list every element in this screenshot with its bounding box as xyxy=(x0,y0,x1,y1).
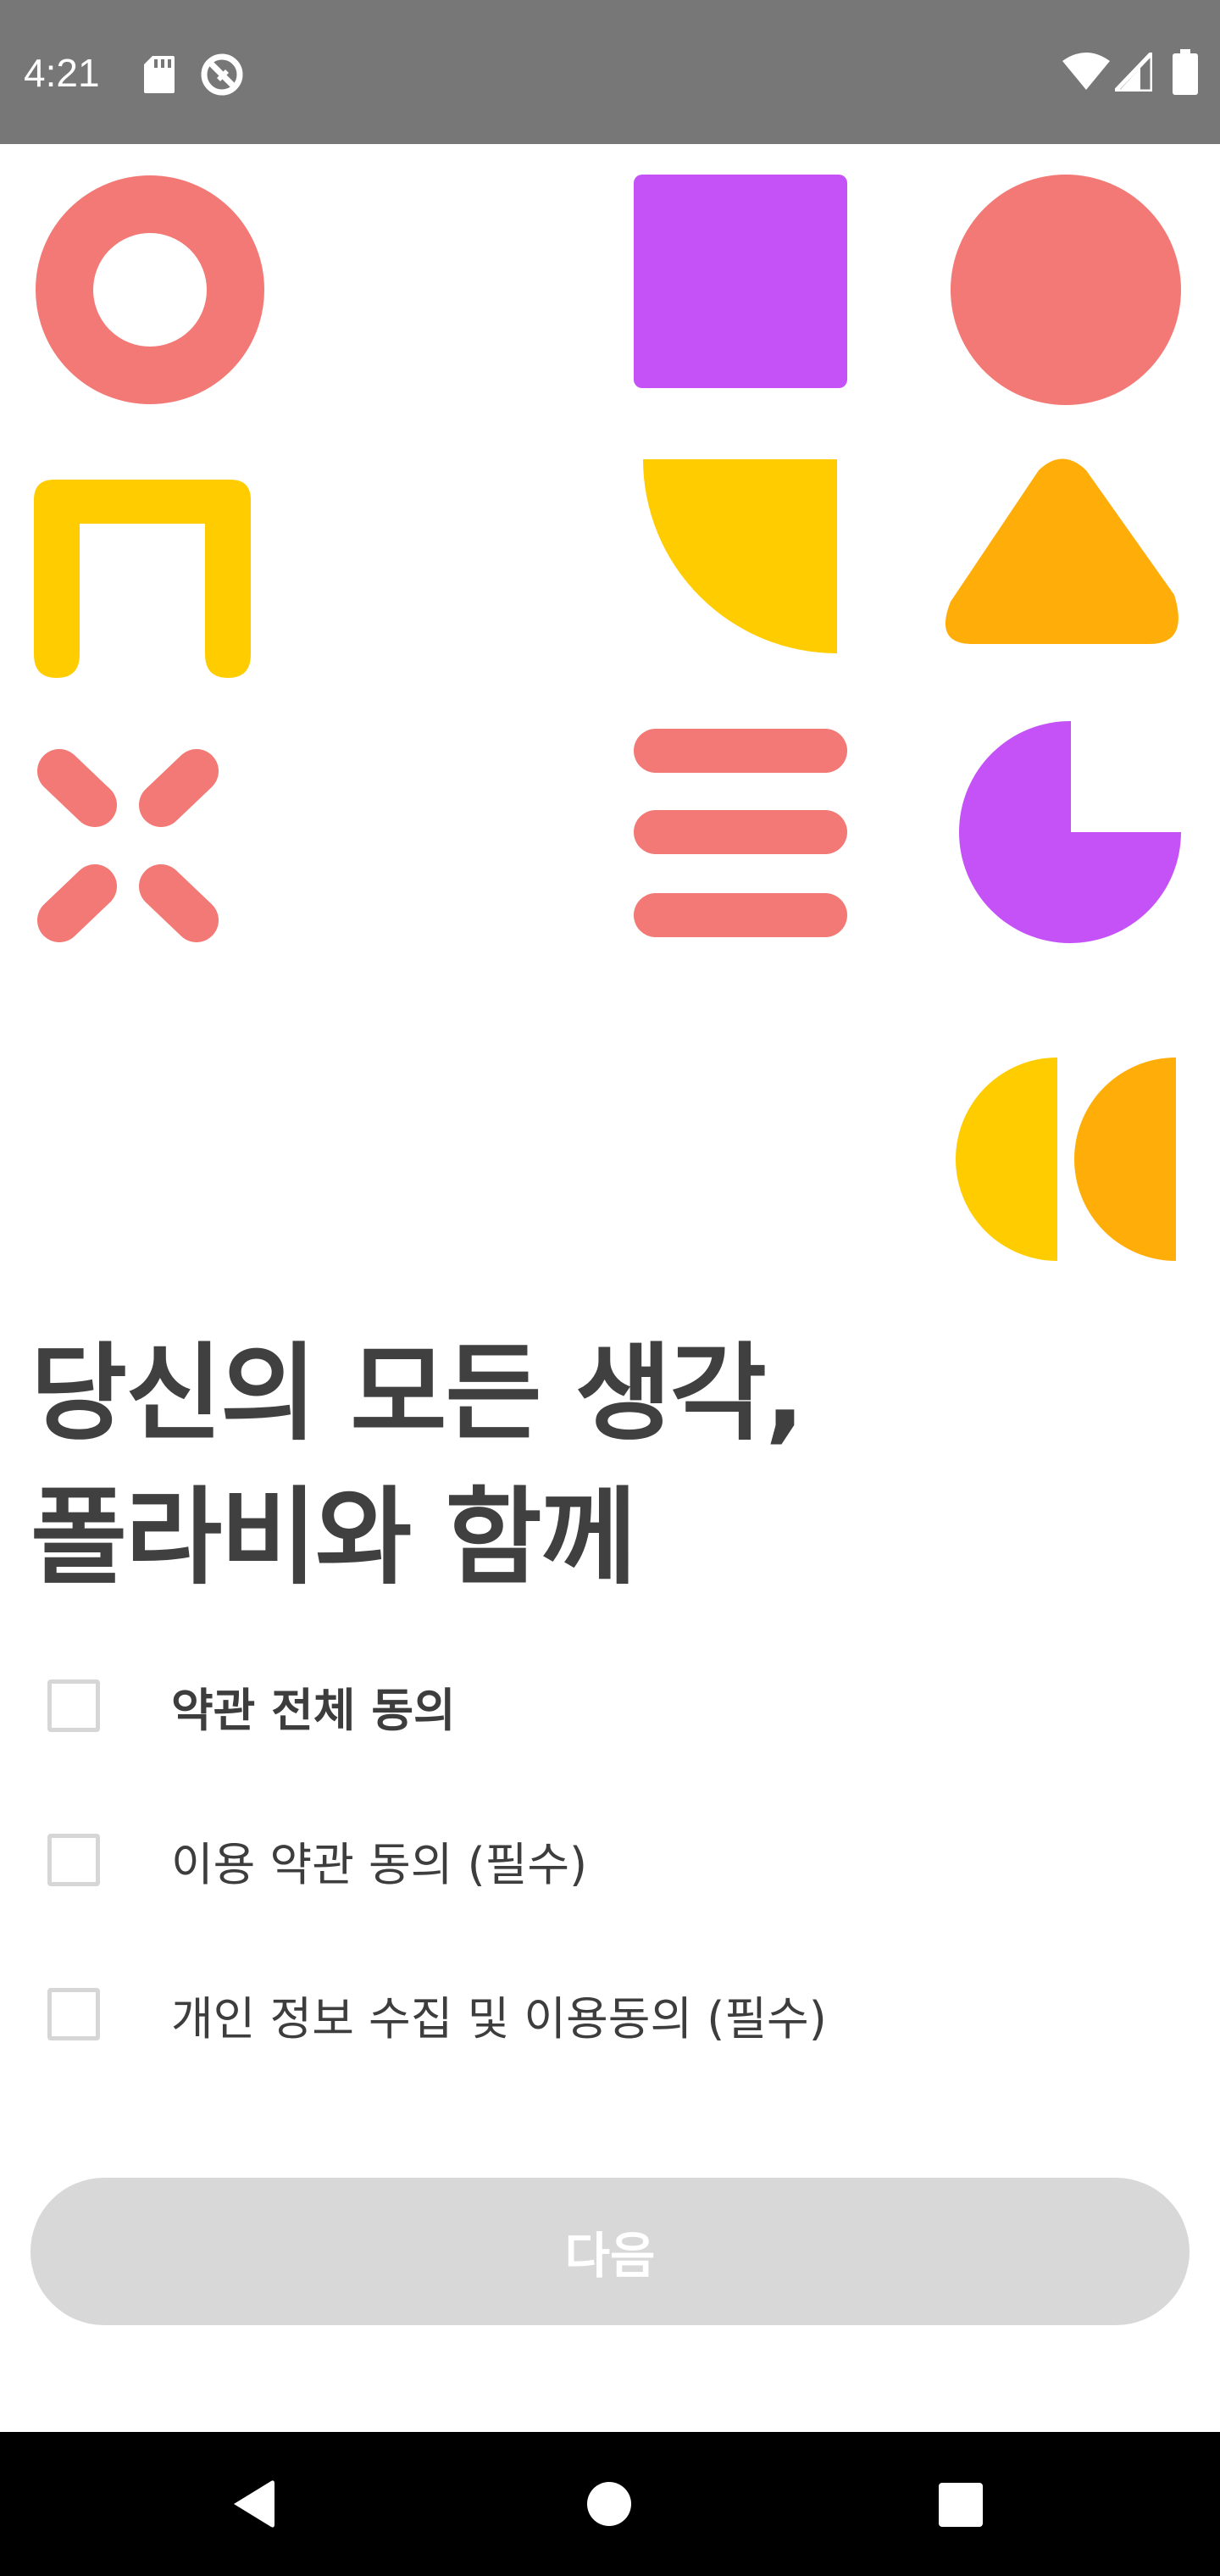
headline: 당신의 모든 생각, 폴라비와 함께 xyxy=(30,1322,1132,1610)
battery-icon xyxy=(1173,49,1198,95)
nav-bar xyxy=(0,2432,1220,2576)
agree-all-row[interactable]: 약관 전체 동의 xyxy=(47,1659,1149,1752)
x-mark-shape xyxy=(37,749,219,942)
next-button-label: 다음 xyxy=(564,2229,656,2284)
triangle-shape xyxy=(945,458,1178,644)
square-shape xyxy=(634,175,847,388)
agree-all-checkbox[interactable] xyxy=(47,1679,100,1732)
cell-signal-icon xyxy=(1115,53,1152,92)
sd-card-icon xyxy=(144,56,175,93)
recents-icon[interactable] xyxy=(939,2483,983,2527)
pie-shape xyxy=(959,720,1181,943)
agree-terms-row[interactable]: 이용 약관 동의 (필수) xyxy=(47,1813,1149,1907)
arch-shape xyxy=(34,480,251,678)
status-time: 4:21 xyxy=(24,51,100,95)
circle-shape xyxy=(951,175,1181,405)
home-icon[interactable] xyxy=(586,2481,632,2527)
back-icon[interactable] xyxy=(229,2478,276,2530)
status-bar: 4:21 xyxy=(0,0,1220,144)
headline-line-1: 당신의 모든 생각, xyxy=(30,1333,805,1455)
quarter-circle-shape xyxy=(643,459,837,653)
agree-all-label: 약관 전체 동의 xyxy=(171,1683,456,1737)
half-circle-shape-yellow xyxy=(956,1058,1057,1261)
next-button[interactable]: 다음 xyxy=(30,2178,1190,2325)
wifi-icon xyxy=(1062,53,1110,90)
headline-line-2: 폴라비와 함께 xyxy=(30,1477,637,1599)
three-bars-shape xyxy=(634,729,847,937)
agree-privacy-row[interactable]: 개인 정보 수집 및 이용동의 (필수) xyxy=(47,1968,1149,2061)
agree-terms-checkbox[interactable] xyxy=(47,1834,100,1886)
ring-shape xyxy=(36,175,264,404)
agree-privacy-label: 개인 정보 수집 및 이용동의 (필수) xyxy=(171,1991,827,2046)
no-disturb-icon xyxy=(201,53,243,96)
illustration xyxy=(0,144,1220,1280)
agree-terms-label: 이용 약관 동의 (필수) xyxy=(171,1837,588,1891)
half-circle-shape-orange xyxy=(1074,1058,1176,1261)
agree-privacy-checkbox[interactable] xyxy=(47,1988,100,2040)
